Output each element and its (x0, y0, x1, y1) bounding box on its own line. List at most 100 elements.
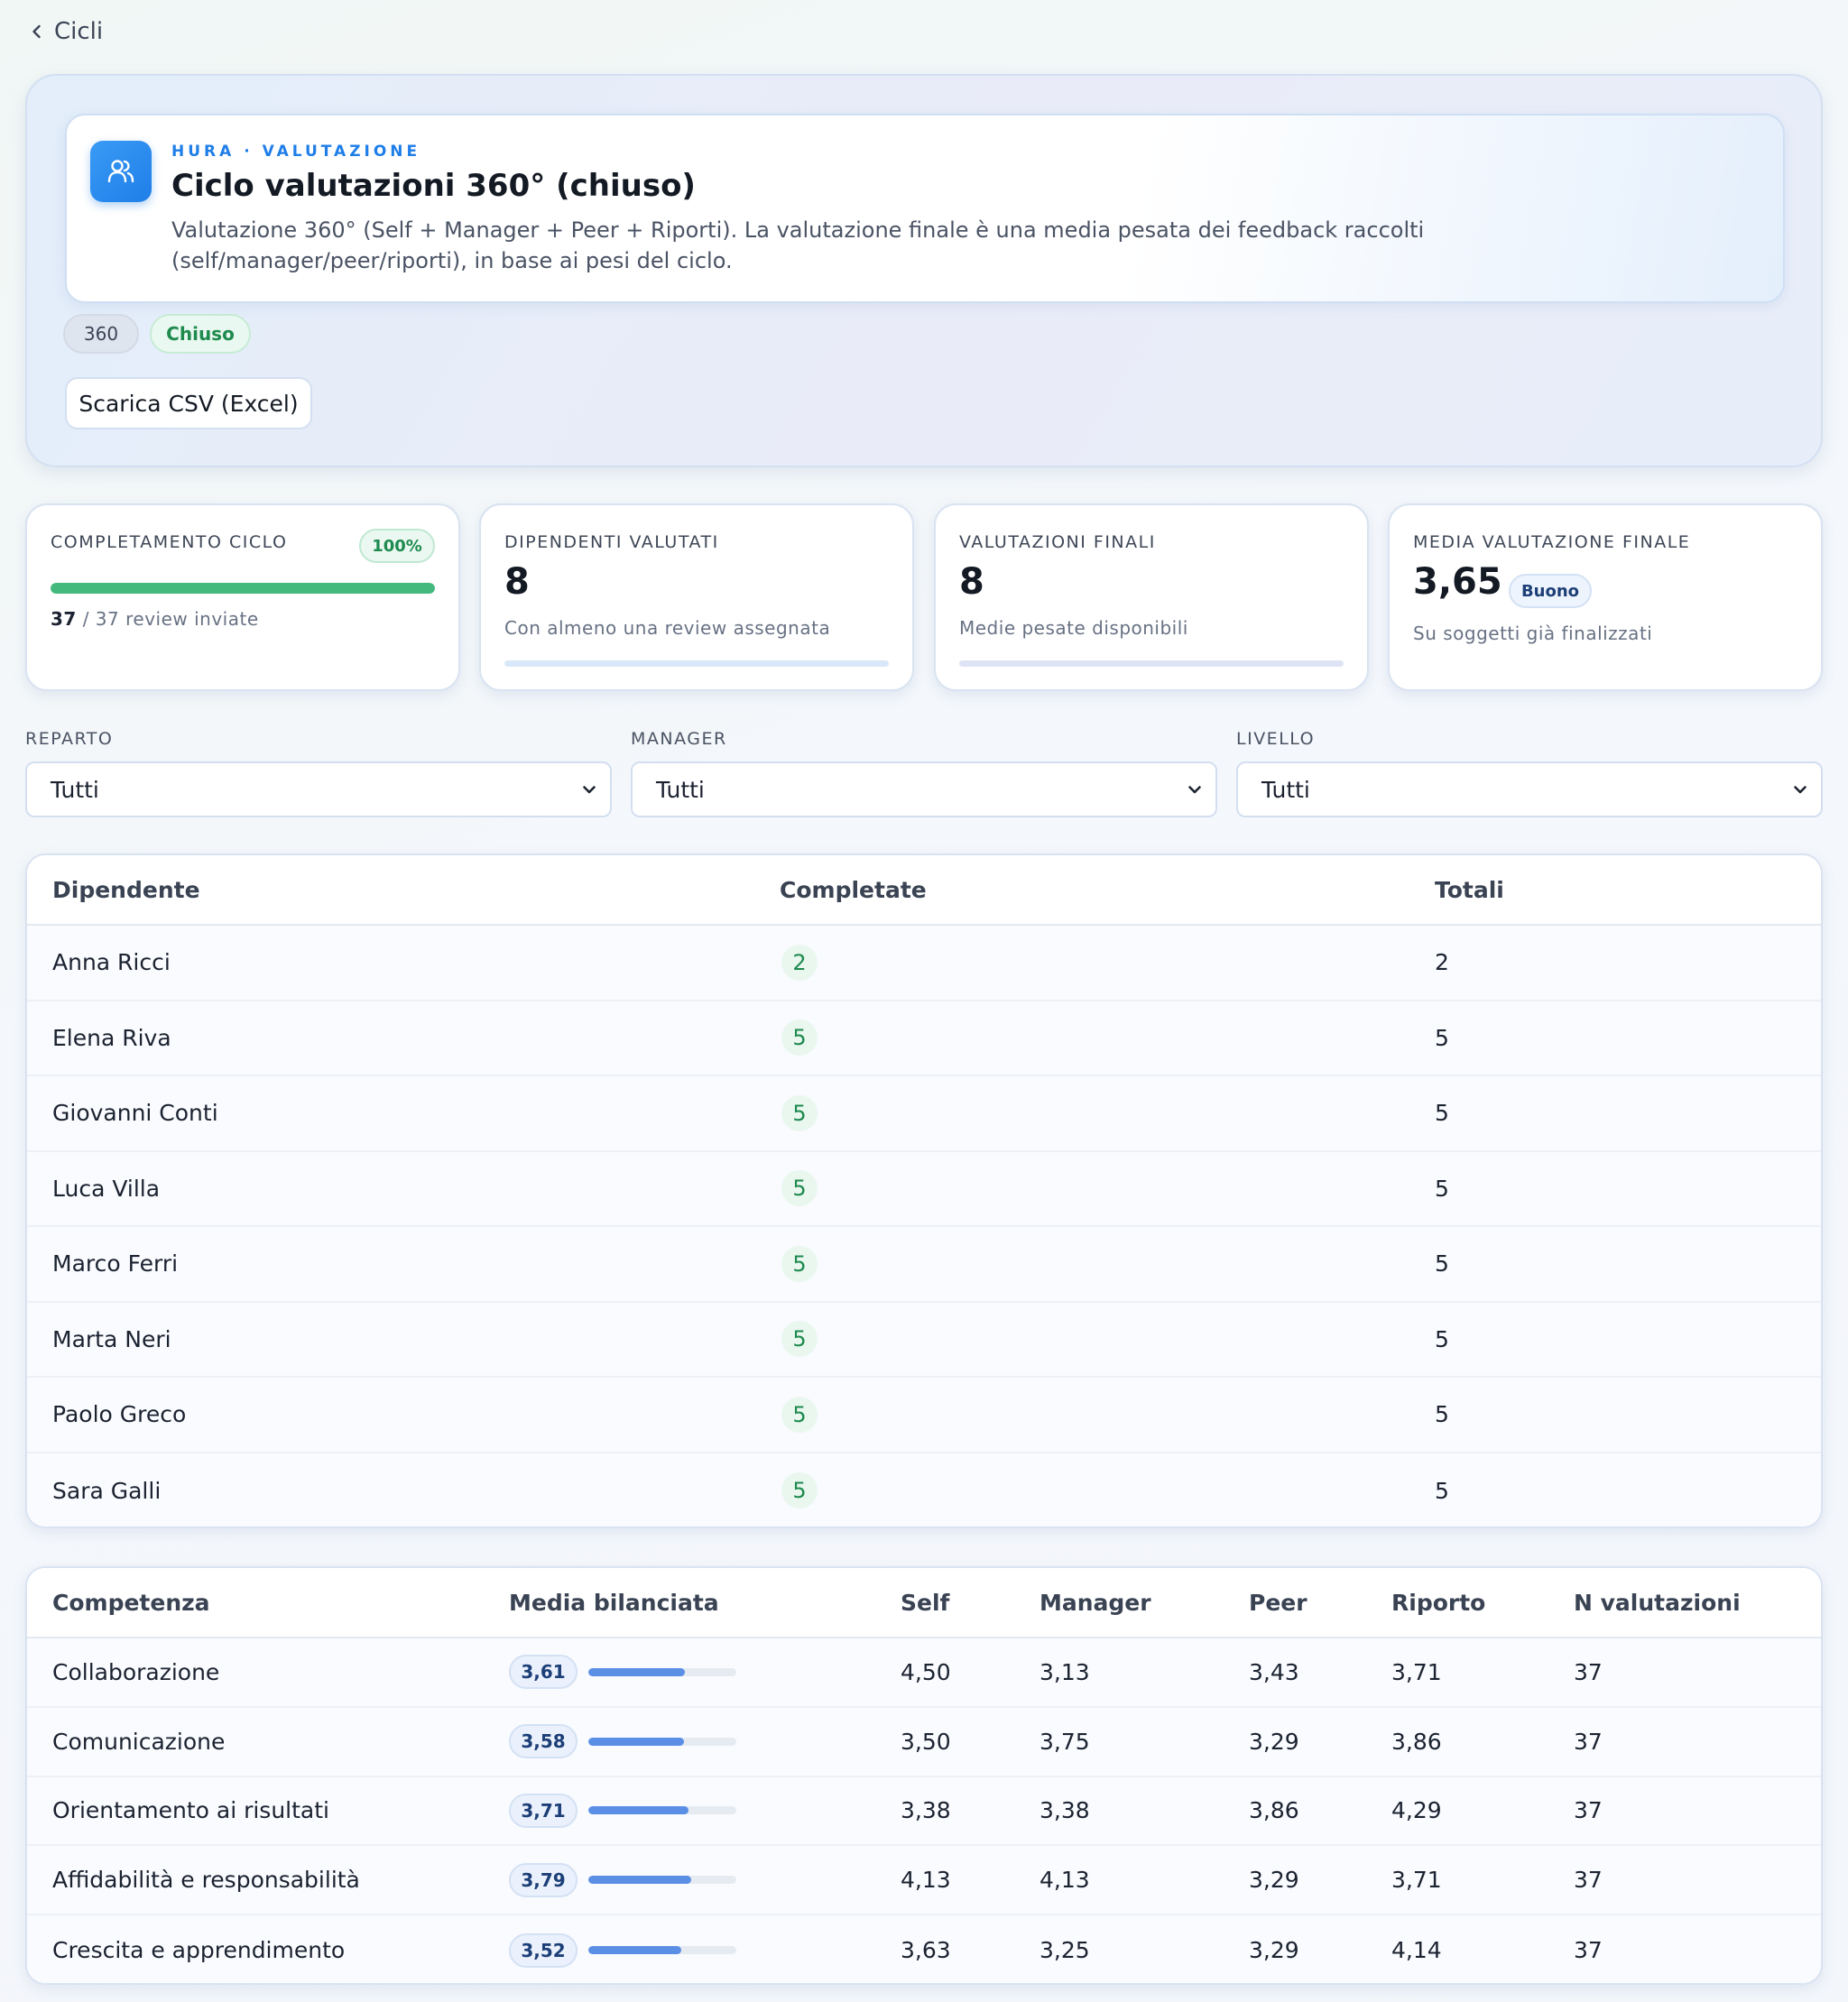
balanced-average-cell: 3,71 (509, 1777, 736, 1845)
average-bar-fill (588, 1737, 684, 1746)
column-header: Completate (780, 876, 927, 903)
total-count: 5 (1435, 1401, 1449, 1428)
chevron-down-icon (1794, 786, 1806, 794)
review-count: 37 / 37 review inviate (51, 608, 259, 630)
cycle-description: Valutazione 360° (Self + Manager + Peer … (171, 217, 1425, 273)
completed-count-badge: 5 (781, 1321, 818, 1358)
report-score: 3,86 (1391, 1728, 1442, 1755)
review-count: 37 (1574, 1937, 1603, 1964)
completed-count-badge: 5 (781, 1245, 818, 1282)
average-score-badge: 3,61 (509, 1655, 578, 1690)
average-bar (588, 1876, 736, 1885)
peer-score: 3,29 (1249, 1728, 1299, 1755)
stat-value: 8 (504, 561, 530, 603)
competencies-table: Competenza Media bilanciata Self Manager… (25, 1566, 1823, 1985)
completed-cell: 5 (781, 1076, 818, 1150)
competency-name: Comunicazione (52, 1728, 226, 1755)
employee-name: Sara Galli (52, 1477, 162, 1504)
average-bar (588, 1946, 736, 1955)
review-count: 37 (1574, 1797, 1603, 1824)
filter-label: LIVELLO (1236, 729, 1316, 749)
manager-score: 3,75 (1040, 1728, 1090, 1755)
column-header: Manager (1040, 1589, 1151, 1616)
employees-table: Dipendente Completate Totali Anna Ricci 2… (25, 853, 1823, 1528)
manager-score: 3,38 (1040, 1797, 1090, 1824)
manager-score: 4,13 (1040, 1867, 1090, 1894)
stat-label: COMPLETAMENTO CICLO (51, 532, 288, 552)
table-row: Marta Neri 5 5 (27, 1302, 1821, 1378)
total-count: 5 (1435, 1100, 1449, 1127)
column-header: Riporto (1391, 1589, 1486, 1616)
employee-name: Giovanni Conti (52, 1100, 218, 1127)
stat-card-finals: VALUTAZIONI FINALI 8 Medie pesate dispon… (934, 503, 1369, 691)
stat-subtitle: Con almeno una review assegnata (504, 617, 831, 639)
level-select[interactable]: Tutti (1236, 761, 1823, 817)
column-header: Competenza (52, 1589, 210, 1616)
filter-level: LIVELLO Tutti (1236, 729, 1823, 817)
page-title: Ciclo valutazioni 360° (chiuso) (171, 168, 696, 204)
average-bar (588, 1667, 736, 1676)
peer-score: 3,43 (1249, 1658, 1299, 1685)
type-badge: 360 (63, 314, 139, 354)
table-row: Affidabilità e responsabilità 3,79 4,13 4,1… (27, 1846, 1821, 1916)
competency-name: Orientamento ai risultati (52, 1797, 329, 1824)
self-score: 3,50 (901, 1728, 951, 1755)
self-score: 4,13 (901, 1867, 951, 1894)
eyebrow-label: HURA · VALUTAZIONE (171, 143, 421, 161)
stat-subtitle: Su soggetti già finalizzati (1413, 623, 1653, 644)
back-link[interactable]: Cicli (29, 18, 103, 45)
department-select[interactable]: Tutti (25, 761, 612, 817)
filter-label: REPARTO (25, 729, 114, 749)
completion-progress-fill (51, 583, 435, 594)
stat-divider (959, 660, 1344, 667)
table-row: Paolo Greco 5 5 (27, 1378, 1821, 1453)
completion-progress-bar (51, 583, 435, 594)
completed-count-badge: 2 (781, 944, 818, 981)
average-score-badge: 3,52 (509, 1933, 578, 1968)
review-count: 37 (1574, 1867, 1603, 1894)
report-score: 4,14 (1391, 1937, 1442, 1964)
table-row: Marco Ferri 5 5 (27, 1227, 1821, 1303)
table-row: Anna Ricci 2 2 (27, 926, 1821, 1001)
peer-score: 3,29 (1249, 1867, 1299, 1894)
column-header: Dipendente (52, 876, 200, 903)
average-bar (588, 1737, 736, 1746)
table-row: Orientamento ai risultati 3,71 3,38 3,38 3,8… (27, 1776, 1821, 1847)
stat-subtitle: Medie pesate disponibili (959, 617, 1188, 639)
total-count: 2 (1435, 949, 1449, 976)
select-value: Tutti (656, 776, 705, 803)
cycle-header: HURA · VALUTAZIONE Ciclo valutazioni 360… (25, 74, 1823, 467)
stat-label: DIPENDENTI VALUTATI (504, 532, 719, 552)
column-header: Self (901, 1589, 950, 1616)
review-done-count: 37 (51, 608, 77, 630)
completed-count-badge: 5 (781, 1170, 818, 1207)
table-row: Crescita e apprendimento 3,52 3,63 3,25 3,29… (27, 1915, 1821, 1983)
employee-name: Luca Villa (52, 1175, 161, 1202)
employee-name: Elena Riva (52, 1024, 171, 1051)
filter-manager: MANAGER Tutti (631, 729, 1217, 817)
table-row: Collaborazione 3,61 4,50 3,13 3,43 3,71 37 (27, 1638, 1821, 1708)
report-score: 4,29 (1391, 1797, 1442, 1824)
review-count: 37 (1574, 1658, 1603, 1685)
self-score: 3,38 (901, 1797, 951, 1824)
completed-cell: 5 (781, 1227, 818, 1301)
column-header: Totali (1435, 876, 1504, 903)
employee-name: Paolo Greco (52, 1401, 187, 1428)
table-row: Comunicazione 3,58 3,50 3,75 3,29 3,86 37 (27, 1707, 1821, 1777)
average-bar-fill (588, 1946, 682, 1955)
competency-name: Affidabilità e responsabilità (52, 1867, 360, 1894)
employee-name: Marta Neri (52, 1325, 171, 1352)
stat-card-employees: DIPENDENTI VALUTATI 8 Con almeno una rev… (479, 503, 914, 691)
completed-cell: 2 (781, 926, 818, 1000)
chevron-down-icon (1188, 786, 1201, 794)
download-csv-button[interactable]: Scarica CSV (Excel) (65, 377, 312, 429)
completed-cell: 5 (781, 1453, 818, 1527)
manager-select[interactable]: Tutti (631, 761, 1217, 817)
stat-card-average: MEDIA VALUTAZIONE FINALE 3,65 Buono Su s… (1388, 503, 1823, 691)
completed-count-badge: 5 (781, 1396, 818, 1433)
completed-cell: 5 (781, 1001, 818, 1075)
review-total-text: / 37 review inviate (76, 608, 259, 630)
average-bar-fill (588, 1806, 689, 1815)
column-header: N valutazioni (1574, 1589, 1741, 1616)
table-header-row: Dipendente Completate Totali (27, 855, 1821, 926)
